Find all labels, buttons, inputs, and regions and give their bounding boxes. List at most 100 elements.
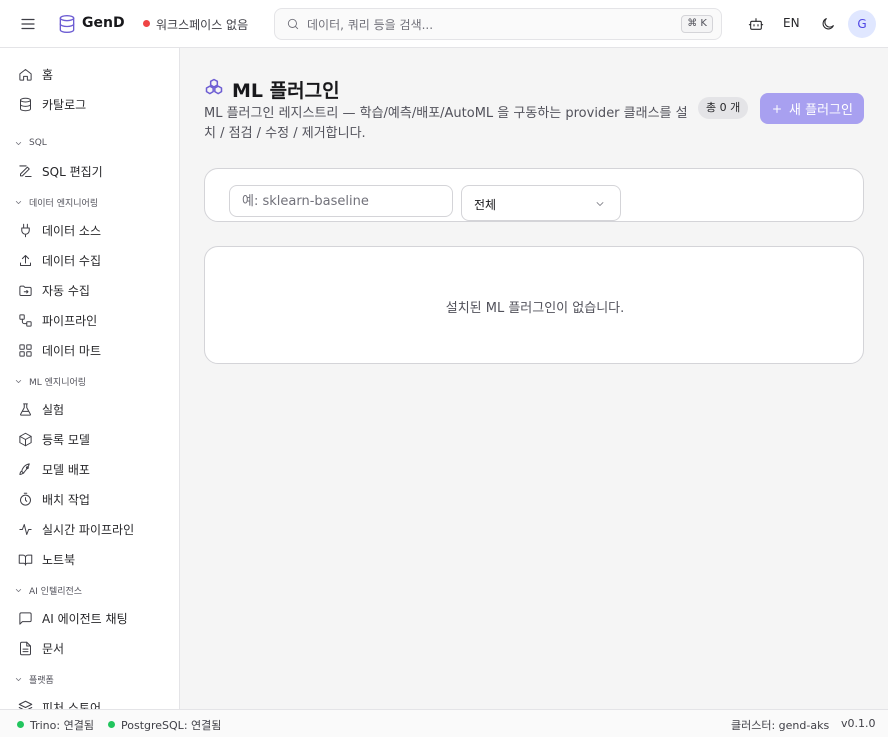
database-icon bbox=[17, 96, 33, 112]
sidebar-item-feature-store[interactable]: 피처 스토어 bbox=[8, 693, 172, 709]
sidebar: 홈 카탈로그 SQL SQL 편집기 데이터 엔지니어링 데이터 소스 데이터 … bbox=[0, 48, 180, 709]
workspace-selector[interactable]: 워크스페이스 없음 bbox=[156, 16, 248, 33]
chevron-down-icon bbox=[14, 198, 23, 207]
package-icon bbox=[17, 431, 33, 447]
rocket-icon bbox=[17, 461, 33, 477]
section-title: AI 인텔리전스 bbox=[29, 586, 83, 597]
sidebar-item-data-sources[interactable]: 데이터 소스 bbox=[8, 216, 172, 244]
sidebar-section-sql[interactable]: SQL bbox=[14, 136, 47, 150]
plugin-type-select[interactable]: 전체 bbox=[461, 185, 621, 221]
layers-icon bbox=[17, 699, 33, 709]
status-bar: Trino: 연결됨 PostgreSQL: 연결됨 클러스터: gend-ak… bbox=[0, 709, 888, 737]
database-logo-icon[interactable] bbox=[56, 13, 78, 35]
section-title: 플랫폼 bbox=[29, 675, 54, 686]
sidebar-item-model-deploy[interactable]: 모델 배포 bbox=[8, 455, 172, 483]
plus-icon bbox=[771, 103, 783, 115]
filter-card: 전체 bbox=[204, 168, 864, 222]
section-title: SQL bbox=[29, 138, 47, 148]
grid-icon bbox=[17, 342, 33, 358]
sidebar-item-label: SQL 편집기 bbox=[42, 164, 103, 179]
sidebar-item-notebook[interactable]: 노트북 bbox=[8, 545, 172, 573]
sidebar-item-realtime-pipeline[interactable]: 실시간 파이프라인 bbox=[8, 515, 172, 543]
sidebar-item-data-mart[interactable]: 데이터 마트 bbox=[8, 336, 172, 364]
sidebar-item-experiments[interactable]: 실험 bbox=[8, 395, 172, 423]
trino-status-dot bbox=[17, 721, 24, 728]
home-icon bbox=[17, 66, 33, 82]
sidebar-item-batch-jobs[interactable]: 배치 작업 bbox=[8, 485, 172, 513]
chevron-down-icon bbox=[14, 139, 23, 148]
plugin-list-card: 설치된 ML 플러그인이 없습니다. bbox=[204, 246, 864, 364]
menu-icon[interactable] bbox=[19, 15, 37, 33]
select-value: 전체 bbox=[474, 198, 497, 212]
chevron-down-icon bbox=[594, 198, 606, 210]
sidebar-section-ai-intelligence[interactable]: AI 인텔리전스 bbox=[14, 583, 82, 597]
sidebar-item-label: 피처 스토어 bbox=[42, 700, 102, 710]
search-icon bbox=[286, 17, 300, 31]
book-open-icon bbox=[17, 551, 33, 567]
empty-state-message: 설치된 ML 플러그인이 없습니다. bbox=[445, 301, 625, 316]
boxes-icon bbox=[204, 77, 224, 97]
sidebar-item-sql-editor[interactable]: SQL 편집기 bbox=[8, 157, 172, 185]
file-text-icon bbox=[17, 640, 33, 656]
sidebar-item-catalog[interactable]: 카탈로그 bbox=[8, 90, 172, 118]
chevron-down-icon bbox=[14, 586, 23, 595]
sidebar-item-auto-ingestion[interactable]: 자동 수집 bbox=[8, 276, 172, 304]
sidebar-item-documents[interactable]: 문서 bbox=[8, 634, 172, 662]
timer-icon bbox=[17, 491, 33, 507]
sidebar-item-label: 데이터 마트 bbox=[42, 343, 102, 358]
global-search[interactable]: ⌘ K bbox=[274, 8, 722, 40]
sidebar-item-label: 모델 배포 bbox=[42, 462, 90, 477]
message-square-icon bbox=[17, 610, 33, 626]
sidebar-item-label: AI 에이전트 채팅 bbox=[42, 611, 128, 626]
sidebar-item-label: 카탈로그 bbox=[42, 97, 87, 112]
sidebar-item-home[interactable]: 홈 bbox=[8, 60, 172, 88]
section-title: 데이터 엔지니어링 bbox=[29, 198, 99, 209]
new-plugin-button[interactable]: 새 플러그인 bbox=[760, 93, 864, 124]
search-input[interactable] bbox=[307, 15, 637, 35]
count-badge: 총 0 개 bbox=[698, 97, 749, 119]
sidebar-item-label: 실험 bbox=[42, 402, 65, 417]
flask-icon bbox=[17, 401, 33, 417]
plugin-search-input[interactable] bbox=[229, 185, 453, 217]
section-title: ML 엔지니어링 bbox=[29, 377, 87, 388]
search-shortcut-badge: ⌘ K bbox=[681, 15, 713, 33]
sidebar-item-label: 실시간 파이프라인 bbox=[42, 522, 135, 537]
new-plugin-label: 새 플러그인 bbox=[789, 103, 853, 118]
user-avatar[interactable]: G bbox=[848, 10, 876, 38]
bot-icon[interactable] bbox=[747, 15, 765, 33]
postgres-status-dot bbox=[108, 721, 115, 728]
workspace-status-dot bbox=[143, 20, 150, 27]
language-toggle[interactable]: EN bbox=[783, 16, 800, 30]
sidebar-item-label: 배치 작업 bbox=[42, 492, 90, 507]
sidebar-item-label: 데이터 수집 bbox=[42, 253, 102, 268]
chevron-down-icon bbox=[14, 675, 23, 684]
upload-icon bbox=[17, 252, 33, 268]
edit-icon bbox=[17, 163, 33, 179]
cluster-label: 클러스터: gend-aks bbox=[731, 719, 830, 732]
sidebar-item-ai-agent-chat[interactable]: AI 에이전트 채팅 bbox=[8, 604, 172, 632]
page-description: ML 플러그인 레지스트리 — 학습/예측/배포/AutoML 을 구동하는 p… bbox=[204, 106, 688, 141]
sidebar-item-data-ingestion[interactable]: 데이터 수집 bbox=[8, 246, 172, 274]
sidebar-item-pipeline[interactable]: 파이프라인 bbox=[8, 306, 172, 334]
top-bar: GenD 워크스페이스 없음 ⌘ K EN G bbox=[0, 0, 888, 48]
sidebar-item-label: 데이터 소스 bbox=[42, 223, 102, 238]
sidebar-section-data-engineering[interactable]: 데이터 엔지니어링 bbox=[14, 195, 98, 209]
app-title[interactable]: GenD bbox=[82, 15, 125, 31]
version-label: v0.1.0 bbox=[841, 717, 876, 730]
chevron-down-icon bbox=[14, 377, 23, 386]
folder-sync-icon bbox=[17, 282, 33, 298]
trino-status: Trino: 연결됨 bbox=[30, 719, 94, 732]
sidebar-section-platform[interactable]: 플랫폼 bbox=[14, 672, 54, 686]
sidebar-item-label: 파이프라인 bbox=[42, 313, 98, 328]
sidebar-item-label: 등록 모델 bbox=[42, 432, 90, 447]
plug-icon bbox=[17, 222, 33, 238]
postgres-status: PostgreSQL: 연결됨 bbox=[121, 719, 222, 732]
workflow-icon bbox=[17, 312, 33, 328]
activity-icon bbox=[17, 521, 33, 537]
sidebar-item-label: 홈 bbox=[42, 67, 54, 82]
moon-icon[interactable] bbox=[819, 15, 837, 33]
page-title: ML 플러그인 bbox=[232, 80, 340, 102]
sidebar-section-ml-engineering[interactable]: ML 엔지니어링 bbox=[14, 374, 86, 388]
sidebar-item-registered-models[interactable]: 등록 모델 bbox=[8, 425, 172, 453]
sidebar-item-label: 자동 수집 bbox=[42, 283, 90, 298]
